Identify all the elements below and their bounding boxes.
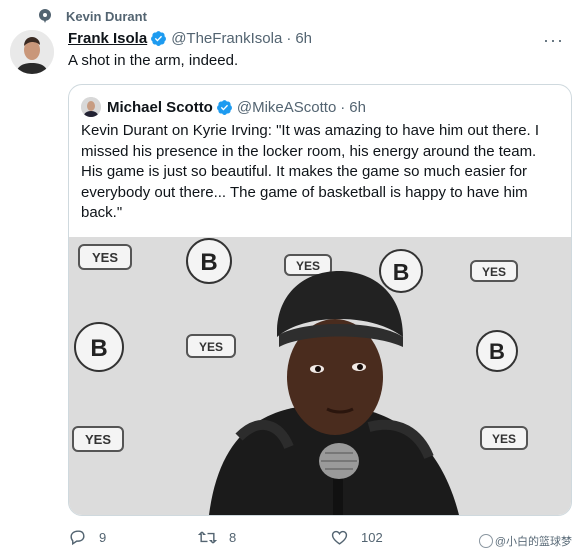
context-label[interactable]: Kevin Durant (66, 9, 147, 24)
author-handle[interactable]: @TheFrankIsola (171, 30, 282, 47)
more-options-icon[interactable]: ··· (543, 30, 564, 51)
separator-dot: · (286, 30, 292, 47)
retweet-count: 8 (229, 530, 237, 545)
quoted-tweet[interactable]: Michael Scotto @MikeAScotto · 6h Kevin D… (68, 84, 572, 516)
nets-logo-text-1: B (200, 249, 217, 276)
social-context: Kevin Durant (38, 6, 147, 26)
yes-logo-text-2: YES (296, 259, 320, 273)
nets-logo-1: B (186, 238, 232, 284)
reply-icon (70, 530, 85, 546)
quoted-author-name: Michael Scotto (107, 98, 213, 116)
tweet-text: A shot in the arm, indeed. (68, 52, 239, 69)
author-avatar[interactable] (10, 30, 54, 74)
like-count: 102 (361, 530, 383, 545)
watermark: @小白的篮球梦 (478, 533, 572, 549)
yes-logo-3: YES (470, 260, 518, 282)
quoted-tweet-time: 6h (349, 98, 366, 116)
heart-icon (331, 530, 348, 545)
quoted-author-avatar (81, 97, 101, 117)
press-conference-photo: YES B YES B YES B YES B YES YES (69, 237, 571, 515)
nets-logo-4: B (476, 330, 518, 372)
separator-dot: · (340, 98, 346, 116)
yes-logo-1: YES (78, 244, 132, 270)
watermark-text: @小白的篮球梦 (494, 536, 572, 548)
quoted-avatar-image (81, 97, 101, 117)
yes-logo-text-5: YES (85, 432, 111, 447)
yes-logo-text-6: YES (492, 432, 516, 446)
quoted-tweet-photo[interactable]: YES B YES B YES B YES B YES YES (69, 237, 571, 515)
nets-logo-text-4: B (489, 339, 505, 364)
nets-logo-3: B (74, 322, 124, 372)
topic-bubble-icon (39, 9, 51, 23)
reply-button[interactable]: 9 (68, 528, 106, 547)
verified-badge-icon (216, 99, 232, 115)
quoted-author-handle: @MikeAScotto (236, 98, 337, 116)
tweet-time[interactable]: 6h (295, 30, 312, 47)
retweet-icon (198, 531, 217, 544)
yes-logo-5: YES (72, 426, 124, 452)
yes-logo-text-1: YES (92, 250, 118, 265)
yes-logo-6: YES (480, 426, 528, 450)
nets-logo-text-2: B (393, 259, 410, 285)
yes-logo-2: YES (284, 254, 332, 276)
retweet-button[interactable]: 8 (198, 528, 236, 547)
nets-logo-text-3: B (90, 335, 107, 362)
quoted-tweet-text: Kevin Durant on Kyrie Irving: "It was am… (81, 122, 540, 221)
nets-logo-2: B (379, 249, 423, 293)
quoted-tweet-header: Michael Scotto @MikeAScotto · 6h (81, 97, 366, 117)
yes-logo-4: YES (186, 334, 236, 358)
watermark-icon (478, 534, 493, 548)
avatar-image (10, 30, 54, 74)
reply-count: 9 (99, 530, 107, 545)
yes-logo-text-4: YES (199, 340, 223, 354)
yes-logo-text-3: YES (482, 265, 506, 279)
tweet-header: Frank Isola @TheFrankIsola · 6h (68, 30, 312, 47)
verified-badge-icon (151, 31, 167, 46)
like-button[interactable]: 102 (330, 528, 383, 547)
author-name[interactable]: Frank Isola (68, 30, 147, 47)
